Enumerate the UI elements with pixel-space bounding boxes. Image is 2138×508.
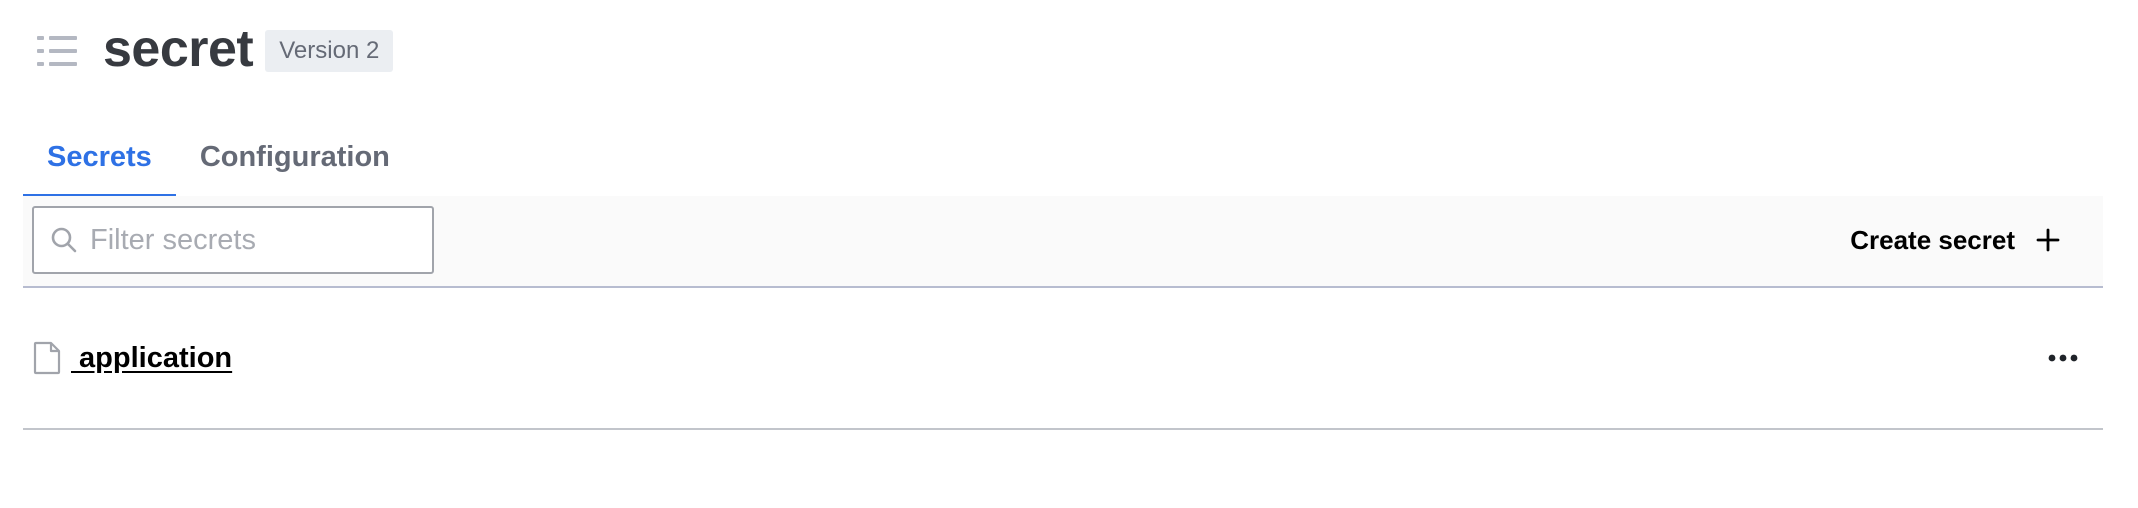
- page-header: secret Version 2: [37, 18, 394, 84]
- tab-secrets[interactable]: Secrets: [23, 118, 176, 198]
- more-icon[interactable]: [2041, 340, 2085, 376]
- file-icon: [31, 340, 63, 376]
- list-icon[interactable]: [37, 33, 77, 69]
- search-box: [32, 206, 434, 274]
- search-input[interactable]: [90, 223, 410, 257]
- create-secret-button[interactable]: Create secret: [1850, 214, 2061, 266]
- secret-link[interactable]: application: [71, 342, 232, 375]
- list-item[interactable]: application: [23, 288, 2103, 430]
- search-icon: [48, 224, 80, 256]
- tab-bar: Secrets Configuration: [23, 118, 2103, 198]
- version-badge: Version 2: [265, 29, 394, 73]
- tab-configuration[interactable]: Configuration: [176, 118, 414, 196]
- toolbar: Create secret: [23, 196, 2103, 288]
- page-title: secret: [103, 20, 254, 78]
- create-secret-label: Create secret: [1850, 224, 2015, 255]
- secrets-list: application: [23, 288, 2103, 430]
- plus-icon: [2035, 227, 2061, 253]
